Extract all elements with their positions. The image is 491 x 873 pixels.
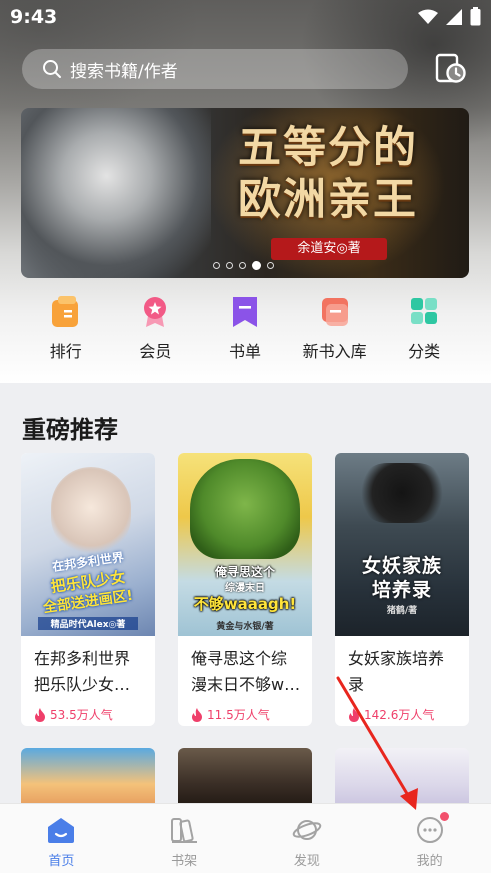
- book-card-partial[interactable]: [21, 748, 155, 808]
- banner-dot[interactable]: [226, 262, 233, 269]
- book-card[interactable]: 在邦多利世界 把乐队少女 全部送进画区! 精品时代Alex◎著 在邦多利世界把乐…: [21, 453, 155, 726]
- red-pointer-arrow: [336, 676, 418, 810]
- battery-icon: [470, 7, 481, 26]
- signal-icon: [446, 8, 462, 25]
- vip-medal-icon: [144, 297, 167, 327]
- book-cover: 在邦多利世界 把乐队少女 全部送进画区! 精品时代Alex◎著: [21, 453, 155, 636]
- book-cover: 女妖家族 培养录 猪鹤/著: [335, 453, 469, 636]
- book-heat: 11.5万人气: [178, 706, 312, 723]
- nav-ranking[interactable]: 排行: [21, 296, 111, 366]
- home-icon: [48, 818, 75, 843]
- discover-planet-icon: [292, 820, 322, 840]
- tab-home[interactable]: 首页: [0, 804, 123, 873]
- banner-dot-active[interactable]: [252, 261, 261, 270]
- status-time: 9:43: [10, 6, 58, 28]
- search-icon: [43, 60, 61, 78]
- tab-bookshelf[interactable]: 书架: [123, 804, 246, 873]
- nav-vip[interactable]: 会员: [111, 296, 201, 366]
- search-placeholder: 搜索书籍/作者: [70, 61, 178, 82]
- banner-author: 余道安◎著: [271, 238, 387, 260]
- search-bar[interactable]: 搜索书籍/作者: [22, 49, 408, 89]
- book-cover: 俺寻思这个 综漫末日 不够waaagh! 黄金与水银/著: [178, 453, 312, 636]
- book-title: 在邦多利世界把乐队少女…: [34, 649, 131, 694]
- promo-banner[interactable]: 五等分的 欧洲亲王 余道安◎著: [21, 108, 469, 278]
- banner-dot[interactable]: [239, 262, 246, 269]
- nav-booklist[interactable]: 书单: [200, 296, 290, 366]
- new-books-icon: [321, 298, 348, 326]
- ranking-icon: [51, 296, 78, 327]
- category-grid-icon: [411, 298, 438, 324]
- banner-dot[interactable]: [213, 262, 220, 269]
- status-bar: 9:43: [0, 0, 491, 34]
- banner-title: 五等分的 欧洲亲王: [238, 123, 418, 225]
- bookshelf-icon: [171, 818, 198, 843]
- reading-history-icon[interactable]: [432, 51, 468, 87]
- notification-badge: [440, 812, 449, 821]
- book-title: 俺寻思这个综漫末日不够w…: [191, 649, 301, 694]
- banner-pagination: [213, 261, 274, 270]
- book-heat: 53.5万人气: [21, 706, 155, 723]
- nav-category[interactable]: 分类: [379, 296, 469, 366]
- fire-icon: [192, 707, 202, 722]
- banner-art: [21, 108, 211, 278]
- book-card-partial[interactable]: [178, 748, 312, 808]
- profile-face-icon: [416, 817, 443, 843]
- quick-nav: 排行 会员 书单 新书入库 分类: [0, 296, 491, 366]
- wifi-icon: [418, 9, 438, 24]
- booklist-bookmark-icon: [232, 297, 257, 327]
- book-card[interactable]: 俺寻思这个 综漫末日 不够waaagh! 黄金与水银/著 俺寻思这个综漫末日不够…: [178, 453, 312, 726]
- section-title: 重磅推荐: [22, 416, 118, 444]
- nav-new-books[interactable]: 新书入库: [290, 296, 380, 366]
- banner-dot[interactable]: [267, 262, 274, 269]
- fire-icon: [35, 707, 45, 722]
